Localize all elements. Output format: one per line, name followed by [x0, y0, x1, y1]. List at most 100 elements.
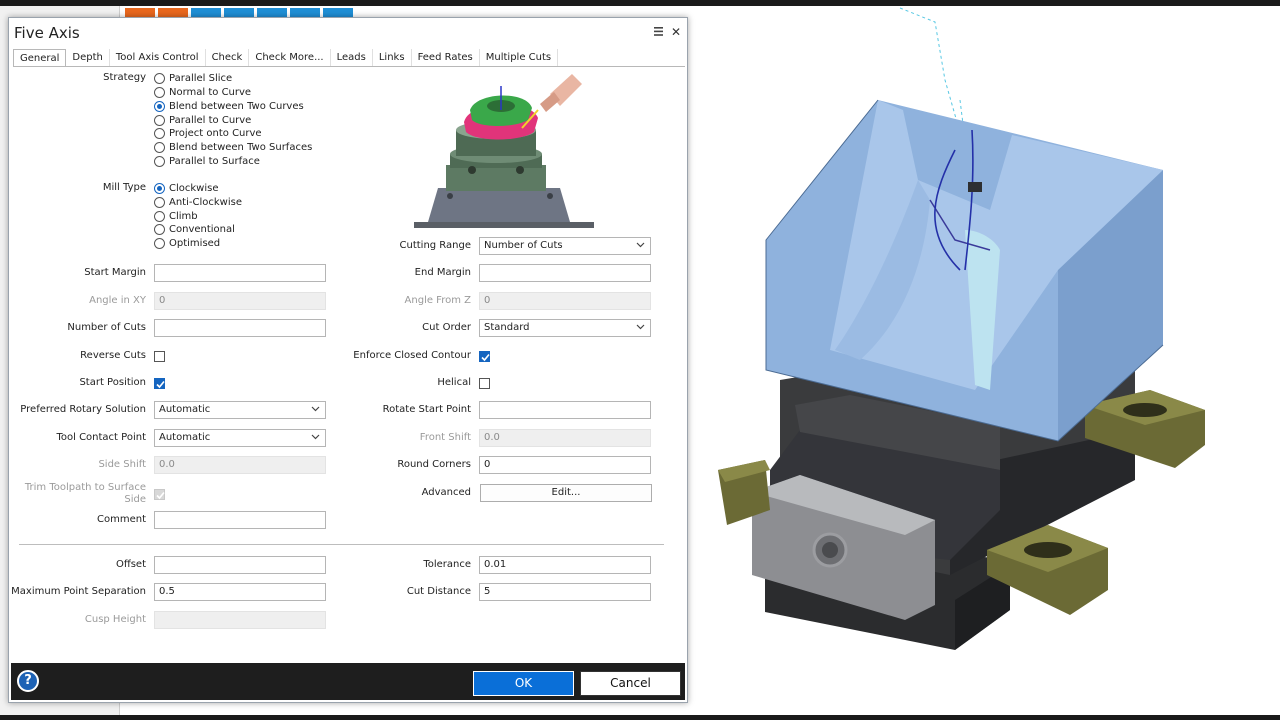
tool-contact-point-select[interactable]: Automatic	[154, 429, 326, 447]
tolerance-input[interactable]: 0.01	[479, 556, 651, 574]
end-margin-input[interactable]	[479, 264, 651, 282]
max-point-separation-input[interactable]: 0.5	[154, 583, 326, 601]
number-of-cuts-input[interactable]	[154, 319, 326, 337]
strategy-option-label: Project onto Curve	[169, 128, 262, 139]
cut-distance-input[interactable]: 5	[479, 583, 651, 601]
offset-input[interactable]	[154, 556, 326, 574]
start-position-label: Start Position	[79, 377, 146, 388]
trim-toolpath-label-line2: Side	[124, 494, 146, 505]
angle-in-xy-label: Angle in XY	[89, 295, 146, 306]
tolerance-label: Tolerance	[423, 559, 471, 570]
enforce-closed-contour-checkbox[interactable]	[479, 351, 490, 362]
radio-button-selected	[154, 183, 165, 194]
number-of-cuts-label: Number of Cuts	[67, 322, 146, 333]
reverse-cuts-label: Reverse Cuts	[80, 350, 146, 361]
cut-distance-label: Cut Distance	[406, 586, 471, 597]
helical-label: Helical	[437, 377, 471, 388]
tab-general[interactable]: General	[13, 49, 67, 67]
ok-button[interactable]: OK	[473, 671, 574, 696]
tab-multiple-cuts[interactable]: Multiple Cuts	[480, 49, 559, 67]
tab-links[interactable]: Links	[373, 49, 412, 67]
mill-type-option-label: Optimised	[169, 238, 221, 249]
mill-type-option-selected[interactable]: Clockwise	[154, 182, 219, 195]
cancel-button[interactable]: Cancel	[580, 671, 681, 696]
radio-button	[154, 197, 165, 208]
mill-type-option[interactable]: Optimised	[154, 237, 220, 250]
strategy-option[interactable]: Blend between Two Surfaces	[154, 141, 312, 154]
rotate-start-point-input[interactable]	[479, 401, 651, 419]
strategy-option-selected[interactable]: Blend between Two Curves	[154, 100, 304, 113]
front-shift-input: 0.0	[479, 429, 651, 447]
strategy-option[interactable]: Project onto Curve	[154, 127, 262, 140]
trim-toolpath-checkbox	[154, 489, 165, 500]
mill-type-option-label: Anti-Clockwise	[169, 197, 242, 208]
strategy-option-label: Normal to Curve	[169, 87, 252, 98]
bottom-border	[0, 715, 1280, 720]
chevron-down-icon	[311, 406, 320, 412]
radio-button	[154, 73, 165, 84]
preferred-rotary-solution-select[interactable]: Automatic	[154, 401, 326, 419]
side-shift-input: 0.0	[154, 456, 326, 474]
mill-type-option-label: Climb	[169, 211, 198, 222]
tab-feed-rates[interactable]: Feed Rates	[412, 49, 480, 67]
close-icon[interactable]: ✕	[671, 25, 681, 39]
checkmark-icon	[481, 353, 490, 362]
five-axis-dialog: Five Axis ✕ General Depth Tool Axis Cont…	[8, 17, 688, 703]
tab-bar: General Depth Tool Axis Control Check Ch…	[13, 49, 559, 67]
mill-type-option[interactable]: Climb	[154, 210, 198, 223]
strategy-option-label: Blend between Two Surfaces	[169, 142, 313, 153]
start-margin-input[interactable]	[154, 264, 326, 282]
tab-leads[interactable]: Leads	[331, 49, 373, 67]
cusp-height-input	[154, 611, 326, 629]
reverse-cuts-checkbox[interactable]	[154, 351, 165, 362]
max-point-separation-label: Maximum Point Separation	[11, 586, 146, 597]
radio-button	[154, 115, 165, 126]
strategy-option-label: Parallel Slice	[169, 73, 233, 84]
tab-divider	[13, 66, 685, 67]
cad-model-view	[718, 7, 1205, 650]
tab-depth[interactable]: Depth	[66, 49, 110, 67]
enforce-closed-contour-label: Enforce Closed Contour	[353, 350, 471, 361]
mill-type-option-label: Clockwise	[169, 183, 219, 194]
comment-input[interactable]	[154, 511, 326, 529]
cusp-height-label: Cusp Height	[84, 614, 146, 625]
strategy-option[interactable]: Normal to Curve	[154, 86, 251, 99]
tab-tool-axis-control[interactable]: Tool Axis Control	[110, 49, 206, 67]
advanced-edit-button[interactable]: Edit...	[480, 484, 652, 502]
round-corners-input[interactable]: 0	[479, 456, 651, 474]
mill-type-option-label: Conventional	[169, 224, 235, 235]
cutting-range-select[interactable]: Number of Cuts	[479, 237, 651, 255]
menu-icon[interactable]	[654, 26, 663, 37]
radio-button	[154, 224, 165, 235]
cut-order-value: Standard	[484, 322, 530, 333]
radio-button	[154, 128, 165, 139]
cut-order-label: Cut Order	[422, 322, 471, 333]
tab-check[interactable]: Check	[206, 49, 250, 67]
strategy-preview-image	[410, 70, 595, 228]
help-icon[interactable]: ?	[17, 670, 39, 692]
strategy-option[interactable]: Parallel Slice	[154, 72, 232, 85]
angle-in-xy-input: 0	[154, 292, 326, 310]
mill-type-option[interactable]: Anti-Clockwise	[154, 196, 242, 209]
helical-checkbox[interactable]	[479, 378, 490, 389]
round-corners-label: Round Corners	[397, 459, 471, 470]
mill-type-option[interactable]: Conventional	[154, 223, 235, 236]
dialog-title: Five Axis	[14, 24, 80, 42]
tab-check-more[interactable]: Check More...	[249, 49, 331, 67]
dialog-footer: ? OK Cancel	[11, 663, 685, 700]
chevron-down-icon	[636, 242, 645, 248]
end-margin-label: End Margin	[414, 267, 471, 278]
radio-button	[154, 156, 165, 167]
chevron-down-icon	[636, 324, 645, 330]
3d-viewport[interactable]	[688, 6, 1280, 715]
strategy-option-label: Blend between Two Curves	[169, 101, 304, 112]
start-position-checkbox[interactable]	[154, 378, 165, 389]
mill-type-label: Mill Type	[102, 182, 146, 193]
strategy-option[interactable]: Parallel to Curve	[154, 114, 251, 127]
angle-from-z-label: Angle From Z	[404, 295, 471, 306]
strategy-option-label: Parallel to Curve	[169, 115, 252, 126]
cut-order-select[interactable]: Standard	[479, 319, 651, 337]
radio-button	[154, 142, 165, 153]
strategy-option[interactable]: Parallel to Surface	[154, 155, 260, 168]
side-shift-label: Side Shift	[98, 459, 146, 470]
